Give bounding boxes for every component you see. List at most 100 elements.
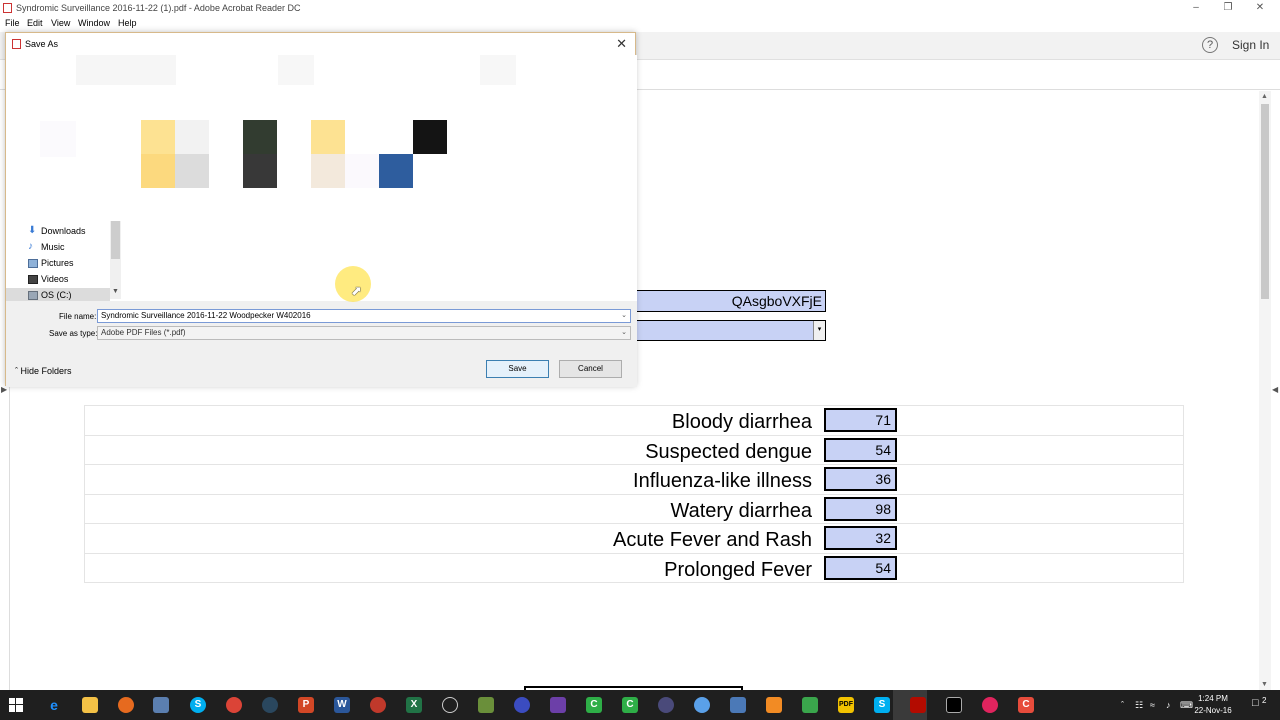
form-dropdown-field[interactable]: ▾: [620, 320, 826, 341]
network-icon[interactable]: ☷: [1135, 700, 1143, 711]
symptom-count-field[interactable]: 54: [824, 555, 897, 580]
symptom-count-field[interactable]: 32: [824, 526, 897, 551]
skype-icon[interactable]: S: [190, 697, 206, 713]
minimize-button[interactable]: –: [1181, 1, 1211, 15]
folder-thumbnail[interactable]: [175, 120, 209, 154]
save-button[interactable]: Save: [486, 360, 549, 378]
notification-count: 2: [1262, 696, 1267, 705]
scroll-down-icon[interactable]: ▼: [1261, 681, 1268, 688]
app-icon[interactable]: [550, 697, 566, 713]
chevron-down-icon[interactable]: ⌄: [621, 310, 627, 322]
nav-item-videos[interactable]: Videos: [41, 274, 68, 284]
terminal-icon[interactable]: [946, 697, 962, 713]
hide-folders-label: Hide Folders: [20, 366, 72, 376]
nav-scroll-down-icon[interactable]: ▼: [112, 288, 119, 295]
save-type-select[interactable]: Adobe PDF Files (*.pdf) ⌄: [97, 326, 631, 340]
tray-expand-icon[interactable]: ˆ: [1121, 700, 1124, 710]
menu-edit[interactable]: Edit: [27, 18, 43, 28]
droplet-icon[interactable]: [694, 697, 710, 713]
wifi-icon[interactable]: ≈: [1150, 700, 1155, 710]
app-icon[interactable]: [442, 697, 458, 713]
symptom-count-field[interactable]: 71: [824, 408, 897, 432]
menu-file[interactable]: File: [5, 18, 20, 28]
excel-icon[interactable]: X: [406, 697, 422, 713]
app-icon[interactable]: C: [1018, 697, 1034, 713]
right-pane-expand-icon[interactable]: ◀: [1272, 385, 1278, 394]
camtasia-icon[interactable]: C: [586, 697, 602, 713]
folder-thumbnail[interactable]: [345, 154, 379, 188]
file-name-label: File name:: [59, 312, 97, 321]
nav-item-music[interactable]: Music: [41, 242, 65, 252]
help-icon[interactable]: ?: [1202, 37, 1218, 53]
folder-thumbnail[interactable]: [141, 154, 175, 188]
dialog-close-icon[interactable]: ✕: [616, 36, 627, 52]
sign-in-link[interactable]: Sign In: [1232, 38, 1269, 52]
folder-thumbnail[interactable]: [413, 120, 447, 154]
chrome-icon[interactable]: [226, 697, 242, 713]
app-titlebar: Syndromic Surveillance 2016-11-22 (1).pd…: [0, 0, 1280, 17]
code-text-field[interactable]: QAsgboVXFjE: [620, 290, 826, 312]
volume-icon[interactable]: ♪: [1166, 700, 1171, 710]
dialog-pdf-icon: [12, 39, 21, 49]
menu-bar: File Edit View Window Help: [0, 17, 1280, 32]
app-icon[interactable]: [478, 697, 494, 713]
folder-thumbnail[interactable]: [311, 154, 345, 188]
chevron-down-icon[interactable]: ⌄: [621, 327, 627, 339]
hide-folders-toggle[interactable]: ˆ Hide Folders: [15, 366, 72, 376]
nav-item-downloads[interactable]: Downloads: [41, 226, 86, 236]
app-icon[interactable]: [766, 697, 782, 713]
windows-taskbar: e S P W X C C PDF S C: [0, 690, 1280, 720]
app-icon[interactable]: [514, 697, 530, 713]
skype-business-icon[interactable]: S: [874, 697, 890, 713]
notification-icon[interactable]: □: [1252, 697, 1259, 709]
camtasia-recorder-icon[interactable]: C: [622, 697, 638, 713]
folder-thumbnail[interactable]: [141, 120, 175, 154]
steam-icon[interactable]: [262, 697, 278, 713]
scrollbar-thumb[interactable]: [1261, 104, 1269, 299]
symptom-count-table: Bloody diarrhea 71 Suspected dengue 54 Influ…: [84, 405, 1184, 583]
acrobat-app-icon: [3, 3, 12, 13]
cancel-button[interactable]: Cancel: [559, 360, 622, 378]
folder-thumbnail[interactable]: [175, 154, 209, 188]
word-icon[interactable]: W: [334, 697, 350, 713]
folder-thumbnail[interactable]: [379, 154, 413, 188]
folder-thumbnail[interactable]: [243, 154, 277, 188]
app-icon[interactable]: [802, 697, 818, 713]
symptom-label: Suspected dengue: [645, 440, 812, 463]
clock-time: 1:24 PM: [1198, 694, 1228, 703]
scroll-up-icon[interactable]: ▲: [1261, 93, 1268, 100]
file-name-input[interactable]: Syndromic Surveillance 2016-11-22 Woodpe…: [97, 309, 631, 323]
table-row: Prolonged Fever 54: [84, 552, 1184, 583]
app-icon[interactable]: [153, 697, 169, 713]
symptom-label: Prolonged Fever: [664, 558, 812, 581]
close-window-button[interactable]: ✕: [1245, 1, 1275, 15]
firefox-icon[interactable]: [118, 697, 134, 713]
save-type-value: Adobe PDF Files (*.pdf): [101, 328, 186, 337]
taskbar-clock[interactable]: 1:24 PM 22-Nov-16: [1192, 693, 1234, 717]
app-icon[interactable]: [730, 697, 746, 713]
menu-help[interactable]: Help: [118, 18, 137, 28]
edge-icon[interactable]: e: [46, 697, 62, 713]
dropdown-arrow-icon[interactable]: ▾: [813, 321, 825, 340]
menu-view[interactable]: View: [51, 18, 70, 28]
folder-thumbnail[interactable]: [311, 120, 345, 154]
lock-icon[interactable]: [658, 697, 674, 713]
symptom-count-field[interactable]: 36: [824, 467, 897, 492]
pdf-tool-icon[interactable]: PDF: [838, 697, 854, 713]
restore-button[interactable]: ❐: [1213, 1, 1243, 15]
app-icon[interactable]: [370, 697, 386, 713]
folder-thumbnail[interactable]: [243, 120, 277, 154]
symptom-count-field[interactable]: 54: [824, 437, 897, 462]
file-list-area[interactable]: [122, 219, 637, 301]
nav-item-pictures[interactable]: Pictures: [41, 258, 74, 268]
nav-item-os-c[interactable]: OS (C:): [41, 290, 72, 300]
app-icon[interactable]: [982, 697, 998, 713]
file-explorer-icon[interactable]: [82, 697, 98, 713]
acrobat-icon[interactable]: [910, 697, 926, 713]
powerpoint-icon[interactable]: P: [298, 697, 314, 713]
windows-start-icon[interactable]: [9, 698, 23, 712]
music-icon: ♪: [28, 241, 33, 252]
menu-window[interactable]: Window: [78, 18, 110, 28]
symptom-count-field[interactable]: 98: [824, 496, 897, 521]
nav-scrollbar-thumb[interactable]: [111, 221, 120, 259]
